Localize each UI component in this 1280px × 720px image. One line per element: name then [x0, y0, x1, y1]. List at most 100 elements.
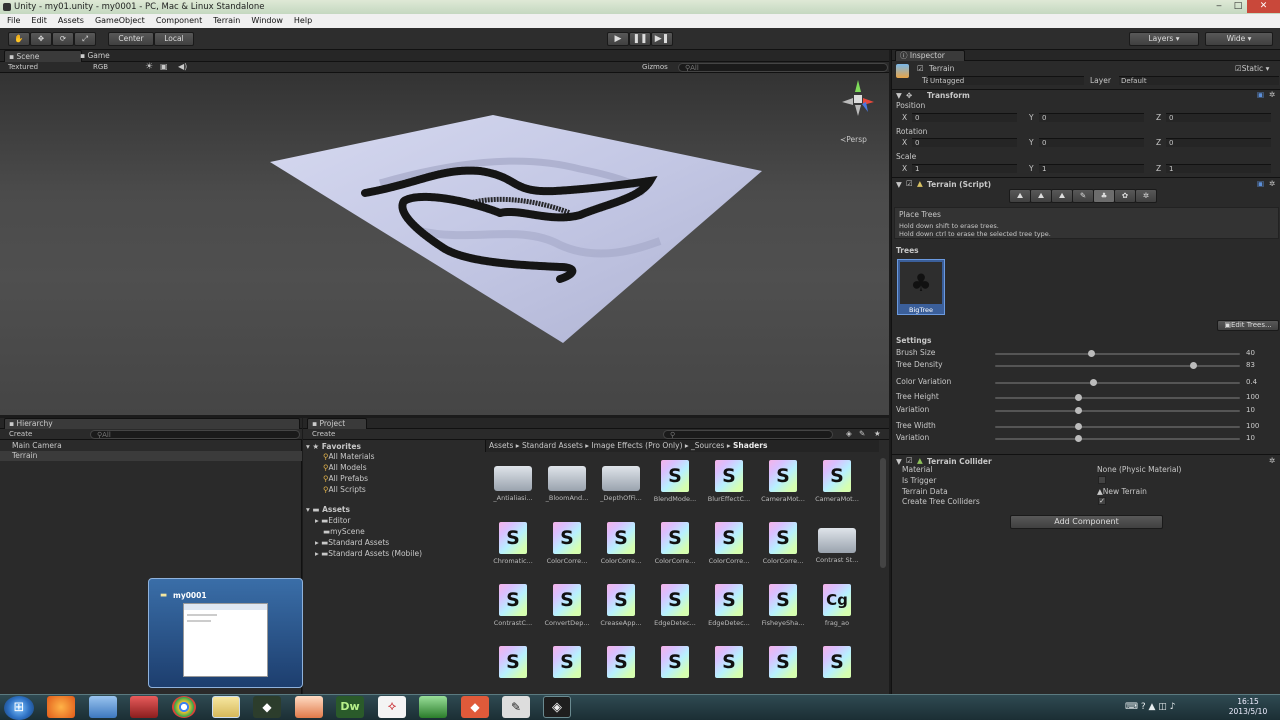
menu-file[interactable]: File — [7, 16, 20, 25]
setting-value-field[interactable]: 10 — [1246, 406, 1255, 414]
scale-z-field[interactable]: 1 — [1166, 164, 1271, 173]
asset-item[interactable]: _BloomAnd... — [540, 460, 594, 522]
tab-game[interactable]: ▪ Game — [76, 50, 136, 62]
rotation-y-field[interactable]: 0 — [1039, 138, 1144, 147]
position-z-field[interactable]: 0 — [1166, 113, 1271, 122]
material-field[interactable]: None (Physic Material) — [1097, 465, 1182, 474]
menu-edit[interactable]: Edit — [31, 16, 47, 25]
setting-value-field[interactable]: 10 — [1246, 434, 1255, 442]
system-clock[interactable]: 16:15 2013/5/10 — [1222, 697, 1274, 719]
app-icon[interactable]: ✎ — [502, 696, 530, 718]
asset-item[interactable]: S EdgeDetec... — [648, 584, 702, 646]
help-icon[interactable]: ? — [1141, 702, 1146, 712]
raise-lower-terrain-icon[interactable]: ⛰ — [1009, 189, 1031, 203]
favorite-all-models[interactable]: ⚲All Models — [323, 463, 367, 472]
setting-value-field[interactable]: 100 — [1246, 422, 1259, 430]
add-component-button[interactable]: Add Component — [1010, 515, 1163, 529]
position-x-field[interactable]: 0 — [912, 113, 1017, 122]
tab-inspector[interactable]: ⓘ Inspector — [895, 50, 965, 61]
tray-expand-icon[interactable]: ▲ — [1149, 702, 1156, 712]
inkscape-icon[interactable]: ◆ — [253, 696, 281, 718]
static-toggle[interactable]: ☑Static ▾ — [1235, 64, 1269, 73]
terrain-data-field[interactable]: ▲New Terrain — [1097, 487, 1147, 496]
breadcrumb-sources[interactable]: _Sources — [691, 441, 724, 450]
hand-tool-icon[interactable]: ✋ — [8, 32, 30, 46]
minimize-button[interactable]: ‒ — [1209, 0, 1229, 13]
gear-icon[interactable]: ✲ — [1269, 456, 1275, 465]
breadcrumb-image-effects[interactable]: Image Effects (Pro Only) — [591, 441, 682, 450]
setting-slider[interactable] — [995, 394, 1240, 401]
setting-value-field[interactable]: 100 — [1246, 393, 1259, 401]
audio-toggle-icon[interactable]: ◀) — [178, 62, 187, 71]
move-tool-icon[interactable]: ✥ — [30, 32, 52, 46]
paint-details-icon[interactable]: ✿ — [1114, 189, 1136, 203]
slider-thumb[interactable] — [1075, 394, 1083, 401]
favorite-all-scripts[interactable]: ⚲All Scripts — [323, 485, 366, 494]
hierarchy-item-main-camera[interactable]: Main Camera — [12, 441, 62, 450]
asset-item[interactable]: S — [594, 646, 648, 688]
transform-header[interactable]: ▼ ✥ Transform ▣ ✲ — [892, 89, 1280, 100]
setting-slider[interactable] — [995, 350, 1240, 357]
asset-item[interactable]: S CameraMot... — [756, 460, 810, 522]
enable-checkbox[interactable]: ☑ — [906, 179, 913, 188]
gear-icon[interactable]: ✲ — [1269, 179, 1275, 188]
folder-editor[interactable]: ▸ ▬Editor — [315, 516, 350, 525]
step-button[interactable]: ▶❚ — [651, 32, 673, 46]
setting-value-field[interactable]: 0.4 — [1246, 378, 1257, 386]
asset-item[interactable]: S — [540, 646, 594, 688]
start-button[interactable]: ⊞ — [4, 696, 34, 720]
slider-thumb[interactable] — [1190, 362, 1198, 369]
pivot-center-toggle[interactable]: Center — [108, 32, 154, 46]
firefox-icon[interactable] — [47, 696, 75, 718]
folder-myscene[interactable]: ▬myScene — [323, 527, 365, 536]
tree-prototype-bigtree[interactable]: ♣ BigTree — [897, 259, 945, 315]
menu-terrain[interactable]: Terrain — [213, 16, 240, 25]
create-tree-colliders-checkbox[interactable]: ✓ — [1098, 497, 1106, 505]
color-mode-dropdown[interactable]: RGB — [93, 63, 108, 71]
asset-item[interactable]: S ColorCorre... — [756, 522, 810, 584]
tab-project[interactable]: ▪ Project — [307, 418, 367, 429]
gizmos-dropdown[interactable]: Gizmos — [642, 63, 668, 71]
setting-slider[interactable] — [995, 423, 1240, 430]
asset-item[interactable]: S — [702, 646, 756, 688]
asset-item[interactable]: S BlendMode... — [648, 460, 702, 522]
slider-thumb[interactable] — [1087, 350, 1095, 357]
asset-item[interactable]: _Antialiasi... — [486, 460, 540, 522]
app-icon[interactable] — [419, 696, 447, 718]
asset-item[interactable]: S ColorCorre... — [594, 522, 648, 584]
rotation-z-field[interactable]: 0 — [1166, 138, 1271, 147]
rotation-x-field[interactable]: 0 — [912, 138, 1017, 147]
setting-value-field[interactable]: 40 — [1246, 349, 1255, 357]
hierarchy-create-dropdown[interactable]: Create — [9, 430, 32, 438]
breadcrumb-shaders[interactable]: Shaders — [733, 441, 767, 450]
asset-item[interactable]: S EdgeDetec... — [702, 584, 756, 646]
keyboard-icon[interactable]: ⌨ — [1125, 702, 1138, 712]
scene-search-input[interactable]: ⚲All — [678, 63, 888, 72]
powerpoint-icon[interactable] — [295, 696, 323, 718]
layer-dropdown[interactable]: Default — [1119, 76, 1279, 85]
asset-item[interactable]: S ContrastC... — [486, 584, 540, 646]
scale-x-field[interactable]: 1 — [912, 164, 1017, 173]
asset-item[interactable]: Cg frag_ao — [810, 584, 864, 646]
explorer-icon[interactable] — [212, 696, 240, 718]
asset-item[interactable]: S BlurEffectC... — [702, 460, 756, 522]
image-toggle-icon[interactable]: ▣ — [160, 62, 168, 71]
assets-root-folder[interactable]: ▾ ▬ Assets — [306, 505, 350, 514]
setting-slider[interactable] — [995, 435, 1240, 442]
project-search-input[interactable]: ⚲ — [663, 430, 833, 439]
asset-item[interactable]: S — [756, 646, 810, 688]
project-create-dropdown[interactable]: Create — [312, 430, 335, 438]
asset-item[interactable]: S ColorCorre... — [702, 522, 756, 584]
asset-item[interactable]: Contrast St... — [810, 522, 864, 584]
breadcrumb-standard-assets[interactable]: Standard Assets — [522, 441, 583, 450]
help-icon[interactable]: ▣ — [1257, 179, 1264, 188]
help-icon[interactable]: ▣ — [1257, 90, 1264, 99]
favorite-all-prefabs[interactable]: ⚲All Prefabs — [323, 474, 368, 483]
menu-window[interactable]: Window — [251, 16, 283, 25]
network-icon[interactable]: ◫ — [1158, 702, 1167, 712]
asset-item[interactable]: S FisheyeSha... — [756, 584, 810, 646]
slider-thumb[interactable] — [1075, 435, 1083, 442]
tag-dropdown[interactable]: Untagged — [928, 76, 1084, 85]
unity-taskbar-icon[interactable]: ◈ — [543, 696, 571, 718]
terrain-settings-icon[interactable]: ✲ — [1135, 189, 1157, 203]
